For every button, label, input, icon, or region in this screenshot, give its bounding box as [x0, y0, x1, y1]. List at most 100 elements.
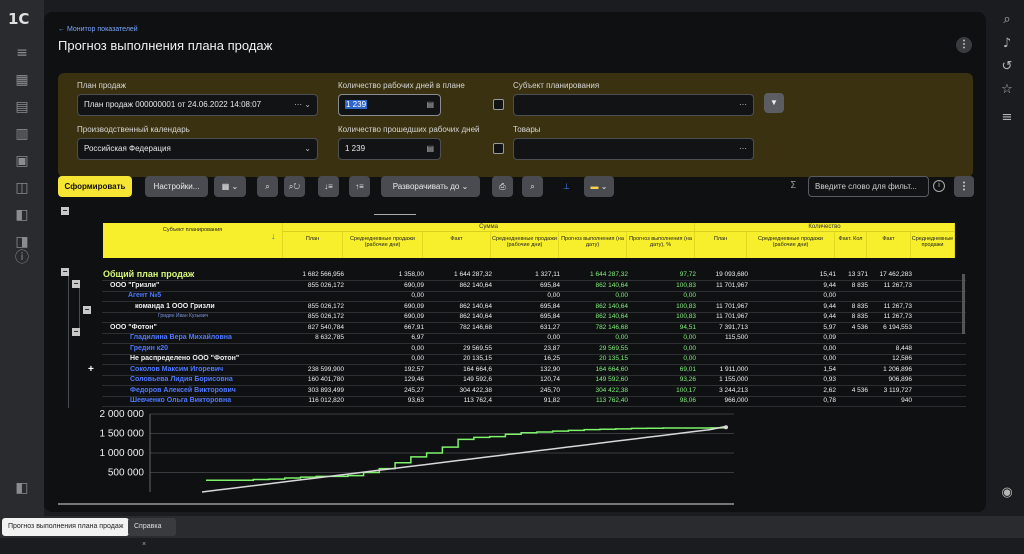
chevron-down-icon[interactable]: ⌄: [304, 139, 311, 159]
generate-report-button[interactable]: Сформировать: [58, 176, 132, 197]
row-cell: 238 599,900: [307, 365, 344, 373]
collapse-toggle[interactable]: −: [72, 280, 80, 288]
row-cell: 782 146,68: [595, 323, 628, 331]
row-cell: 690,09: [404, 281, 424, 289]
collapse-toggle[interactable]: −: [72, 328, 80, 336]
sort-asc-icon[interactable]: ↑≡: [349, 176, 370, 197]
back-link[interactable]: ← Монитор показателей: [58, 26, 138, 33]
more-options-button[interactable]: ⋮: [956, 37, 972, 53]
collapse-panel-icon[interactable]: ◧: [12, 478, 32, 498]
tab-help[interactable]: Справка ×: [128, 518, 176, 548]
variants-button[interactable]: ▦ ⌄: [214, 176, 246, 197]
passed-days-value: 1 239: [345, 144, 366, 153]
find-next-icon[interactable]: ⌕↻: [284, 176, 305, 197]
row-cell: 0,00: [823, 355, 836, 362]
vertical-scrollbar[interactable]: [962, 274, 965, 334]
row-cell: 0,00: [411, 292, 424, 299]
table-row[interactable]: Не распределено ООО "Фотон" 0,00 20 135,15…: [102, 354, 966, 365]
info-circle-icon[interactable]: ⓘ: [12, 248, 32, 268]
reports-icon[interactable]: ◧: [12, 205, 32, 225]
row-cell: 0,09: [823, 334, 836, 341]
star-icon[interactable]: ☆: [997, 80, 1017, 100]
collapse-toggle[interactable]: −: [61, 268, 69, 276]
row-cell: 3 119,727: [883, 386, 912, 394]
table-row[interactable]: Федоров Алексей Викторович 303 893,499 245…: [102, 386, 966, 397]
table-row[interactable]: команда 1 ООО Гризли 855 026,172 690,09 862…: [102, 302, 966, 313]
expand-plus-icon[interactable]: +: [88, 364, 94, 375]
settings-button[interactable]: Настройки...: [145, 176, 208, 197]
row-cell: 129,46: [404, 376, 424, 383]
table-row[interactable]: Гладилина Вера Михайловна 8 632,785 6,97 0,…: [102, 333, 966, 344]
passed-days-checkbox[interactable]: [493, 143, 504, 154]
workdays-value: 1 239: [345, 100, 368, 109]
find-icon[interactable]: ⌕: [257, 176, 278, 197]
row-cell: 116 012,820: [308, 397, 344, 404]
sales-icon[interactable]: ▤: [12, 97, 32, 117]
left-nav-rail: 1С ≡ ▦ ▤ ▥ ▣ ◫ ◧ ◨ ⓘ ◧: [0, 0, 44, 516]
workdays-checkbox[interactable]: [493, 99, 504, 110]
finance-icon[interactable]: ◫: [12, 178, 32, 198]
select-dots-icon[interactable]: ⋯: [739, 139, 747, 159]
warehouse-icon[interactable]: ▣: [12, 151, 32, 171]
table-row[interactable]: Гредин к20 0,00 29 569,55 23,87 29 569,55 0,0…: [102, 344, 966, 355]
search-icon[interactable]: ⌕: [997, 10, 1017, 30]
expand-to-button[interactable]: Разворачивать до ⌄: [381, 176, 480, 197]
filter-button[interactable]: ▼: [764, 93, 784, 113]
row-cell: 1 911,000: [719, 365, 748, 373]
collapse-toggle[interactable]: −: [83, 306, 91, 314]
info-icon[interactable]: i: [933, 180, 945, 192]
table-row[interactable]: Гридин Иван Кузьмич 855 026,172 690,09 862 …: [102, 312, 966, 323]
user-icon[interactable]: ◉: [997, 483, 1017, 503]
functions-icon[interactable]: ≡: [997, 108, 1017, 128]
row-name: команда 1 ООО Гризли: [135, 302, 215, 310]
section-icon[interactable]: ▦: [12, 70, 32, 90]
passed-days-field[interactable]: 1 239 ▤: [338, 138, 441, 160]
table-row[interactable]: ООО "Гризли" 855 026,172 690,09 862 140,64 6…: [102, 281, 966, 292]
calculator-icon[interactable]: ▤: [426, 95, 434, 115]
purchases-icon[interactable]: ▥: [12, 124, 32, 144]
filter-search-input[interactable]: [808, 176, 929, 197]
sort-desc-icon[interactable]: ↓≡: [318, 176, 339, 197]
row-cell: 245,70: [540, 386, 560, 394]
table-row[interactable]: ООО "Фотон" 827 540,784 667,91 782 146,68 63…: [102, 323, 966, 334]
row-cell: 9,44: [823, 302, 836, 310]
row-cell: 827 540,784: [307, 323, 344, 331]
row-cell: 0,00: [615, 292, 628, 299]
color-picker-button[interactable]: ▬ ⌄: [584, 176, 614, 197]
row-cell: 0,78: [823, 397, 836, 404]
goods-field[interactable]: ⋯: [513, 138, 754, 160]
select-dropdown-icon[interactable]: ⋯ ⌄: [294, 95, 311, 115]
tab-forecast[interactable]: Прогноз выполнения плана продаж: [2, 518, 130, 536]
zoom-icon[interactable]: ⌕: [522, 176, 543, 197]
plan-field[interactable]: План продаж 000000001 от 24.06.2022 14:0…: [77, 94, 318, 116]
calculator-icon[interactable]: ▤: [426, 139, 434, 159]
pin-icon[interactable]: ⊥: [556, 176, 577, 197]
print-icon[interactable]: ⎙: [492, 176, 513, 197]
subject-field[interactable]: ⋯: [513, 94, 754, 116]
menu-icon[interactable]: ≡: [12, 43, 32, 63]
report-more-button[interactable]: ⋮: [954, 176, 974, 197]
row-cell: 0,00: [615, 334, 628, 341]
table-row[interactable]: Шевченко Ольга Викторовна 116 012,820 93,6…: [102, 396, 966, 407]
workdays-field[interactable]: 1 239 ▤: [338, 94, 441, 116]
sort-arrow-icon[interactable]: ↓: [271, 232, 276, 241]
header-column: Среднедневные продажи (рабочие дни): [491, 232, 559, 258]
calendar-field[interactable]: Российская Федерация ⌄: [77, 138, 318, 160]
bell-icon[interactable]: ♪: [997, 34, 1017, 54]
history-icon[interactable]: ↺: [997, 57, 1017, 77]
row-cell: 164 664,6: [463, 365, 492, 373]
row-cell: 862 140,64: [459, 281, 492, 289]
header-qty-column: План: [695, 232, 747, 258]
table-row[interactable]: Агент №5 0,00 0,00 0,00 0,00 0,00: [102, 291, 966, 302]
select-dots-icon[interactable]: ⋯: [739, 95, 747, 115]
header-subject-label: Субъект планирования: [162, 227, 223, 233]
plan-label: План продаж: [77, 81, 127, 90]
row-cell: 8,448: [895, 344, 912, 352]
table-row[interactable]: Соловьева Лидия Борисовна 160 401,780 129,…: [102, 375, 966, 386]
table-row[interactable]: Соколов Максим Игоревич 238 599,900 192,57…: [102, 365, 966, 376]
collapse-all-toggle[interactable]: −: [61, 207, 69, 215]
header-divider: [374, 214, 416, 215]
close-icon[interactable]: ×: [142, 541, 146, 548]
table-row[interactable]: Общий план продаж 1 682 566,956 1 358,00 1 …: [102, 269, 966, 281]
row-cell: 1 327,11: [535, 271, 560, 278]
